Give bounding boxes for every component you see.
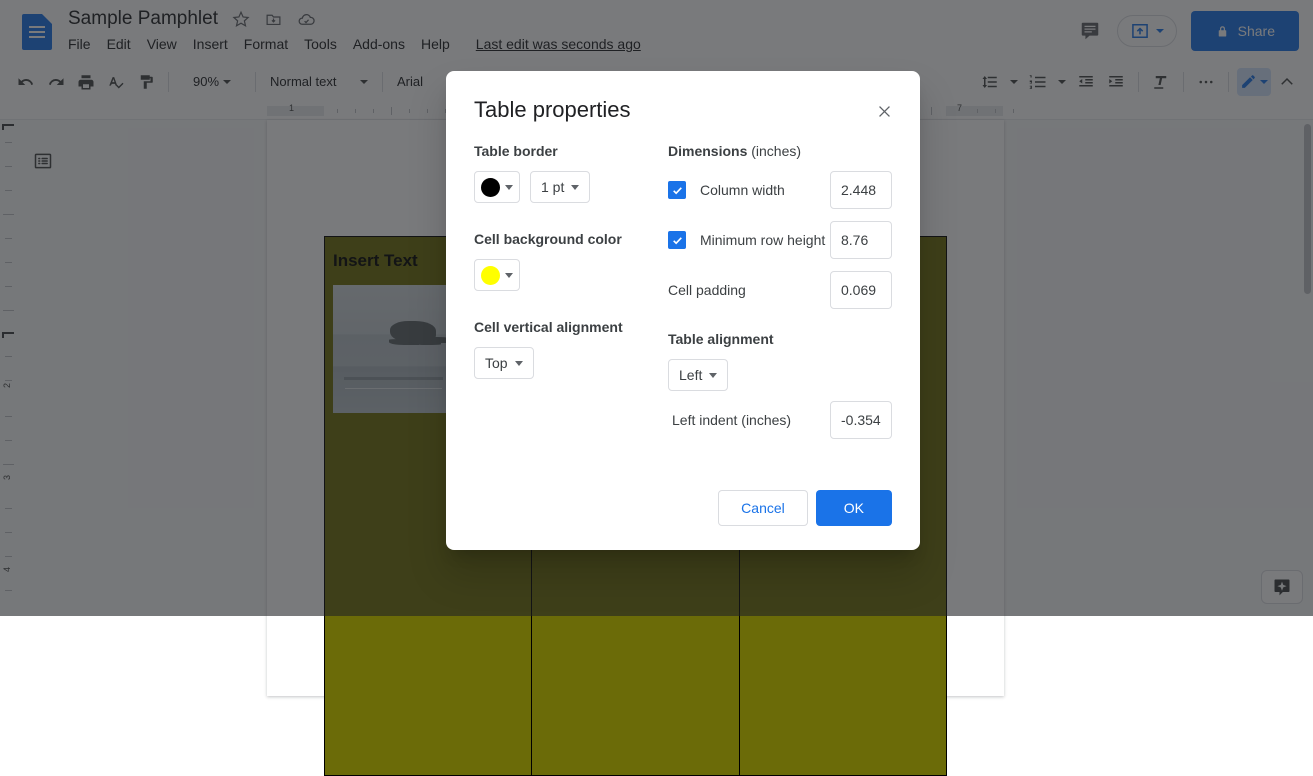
cell-padding-label: Cell padding	[668, 282, 746, 298]
border-color-chevron-down-icon	[505, 184, 513, 190]
cell-vertical-alignment-value: Top	[485, 355, 508, 371]
ok-button[interactable]: OK	[815, 490, 892, 526]
dimensions-title: Dimensions	[668, 143, 748, 159]
table-alignment-chevron-down-icon	[709, 372, 718, 378]
cell-bg-chevron-down-icon	[505, 272, 513, 278]
dialog-left-column: Table border 1 pt Cell background color …	[474, 143, 668, 439]
cancel-button[interactable]: Cancel	[718, 490, 808, 526]
close-icon[interactable]	[870, 97, 898, 125]
cell-padding-row: Cell padding	[668, 271, 892, 309]
table-border-width-selector[interactable]: 1 pt	[530, 171, 591, 203]
left-indent-unit: (inches)	[741, 412, 792, 428]
left-indent-row: Left indent (inches)	[668, 401, 892, 439]
dialog-title: Table properties	[474, 97, 631, 122]
table-border-color-picker[interactable]	[474, 171, 520, 203]
column-width-label: Column width	[700, 182, 785, 198]
border-width-chevron-down-icon	[571, 184, 580, 190]
valign-chevron-down-icon	[514, 360, 523, 366]
minimum-row-height-row: Minimum row height	[668, 221, 892, 259]
table-border-label: Table border	[474, 143, 558, 159]
left-indent-text: Left indent	[672, 412, 738, 428]
dimensions-label: Dimensions (inches)	[668, 143, 892, 159]
minimum-row-height-input[interactable]	[830, 221, 892, 259]
column-width-checkbox[interactable]	[668, 181, 686, 199]
cell-vertical-alignment-label: Cell vertical alignment	[474, 319, 623, 335]
column-width-row: Column width	[668, 171, 892, 209]
table-alignment-label: Table alignment	[668, 331, 774, 347]
dialog-right-column: Dimensions (inches) Column width Minimum…	[668, 143, 892, 439]
black-swatch-icon	[481, 177, 500, 197]
border-width-value: 1 pt	[541, 179, 565, 195]
table-alignment-value: Left	[679, 367, 703, 383]
dimensions-unit: (inches)	[751, 143, 802, 159]
cell-background-color-picker[interactable]	[474, 259, 520, 291]
column-width-input[interactable]	[830, 171, 892, 209]
dialog-actions: Cancel OK	[718, 490, 892, 526]
cell-vertical-alignment-selector[interactable]: Top	[474, 347, 534, 379]
cell-background-color-label: Cell background color	[474, 231, 622, 247]
left-indent-label: Left indent (inches)	[672, 412, 830, 428]
minimum-row-height-label: Minimum row height	[700, 232, 826, 248]
left-indent-input[interactable]	[830, 401, 892, 439]
yellow-swatch-icon	[481, 265, 500, 285]
cell-padding-input[interactable]	[830, 271, 892, 309]
dialog-body: Table border 1 pt Cell background color …	[474, 143, 892, 439]
table-properties-dialog: Table properties Table border 1 pt Cell …	[446, 71, 920, 550]
minimum-row-height-checkbox[interactable]	[668, 231, 686, 249]
table-alignment-selector[interactable]: Left	[668, 359, 729, 391]
